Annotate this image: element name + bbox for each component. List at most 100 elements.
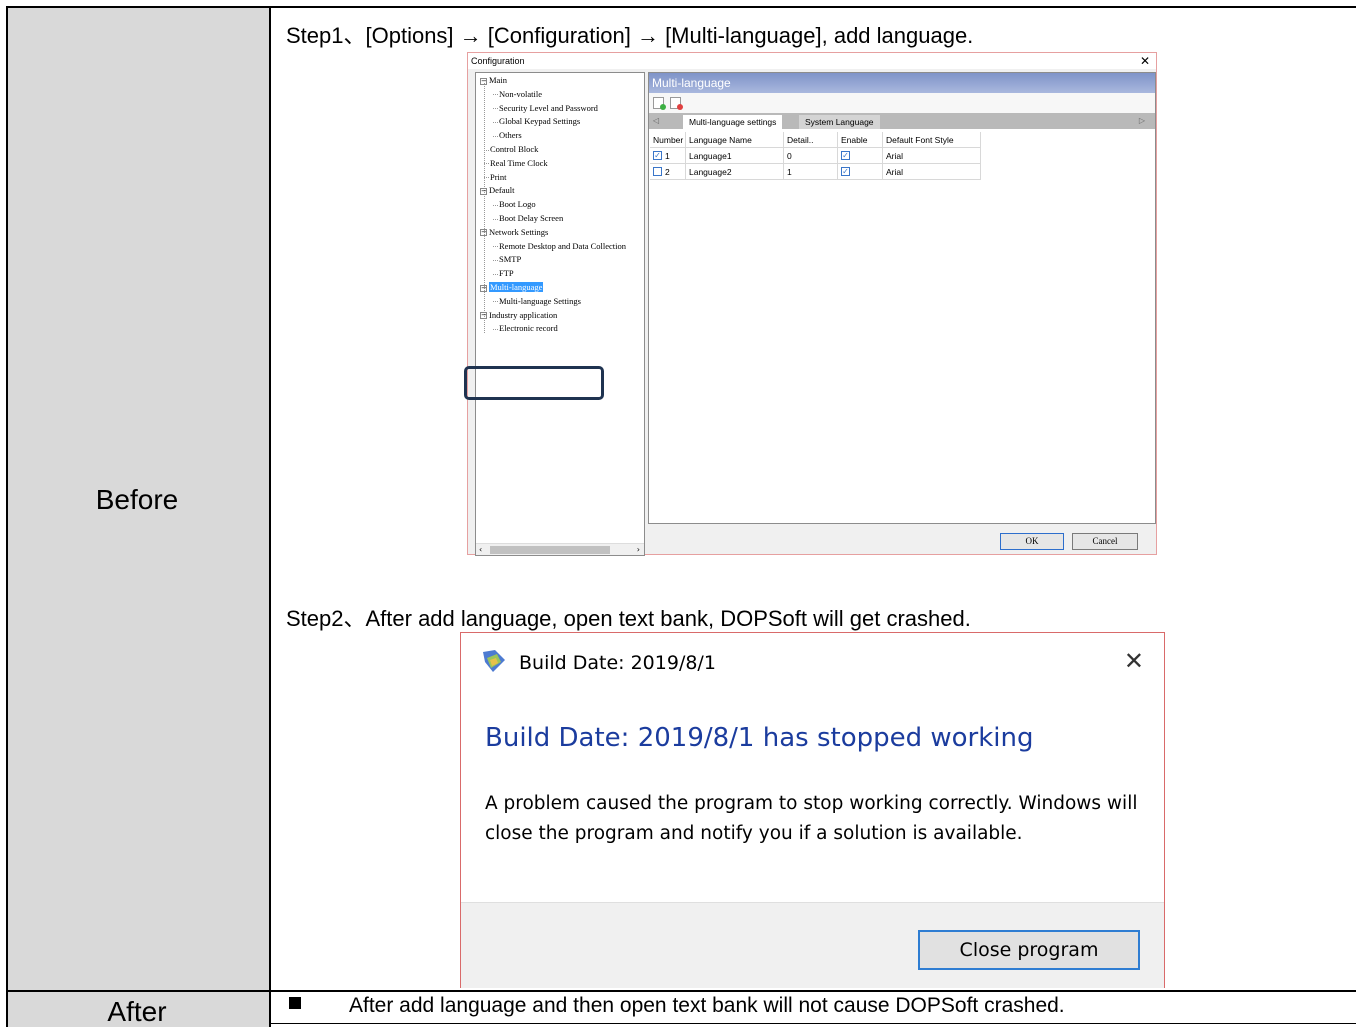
tree-expander-icon[interactable]: − [480, 187, 487, 195]
tree-item[interactable]: Remote Desktop and Data Collection [493, 241, 626, 252]
tree-expander-icon[interactable]: − [480, 284, 487, 292]
tree-horizontal-scrollbar[interactable]: ‹ › [476, 543, 644, 555]
scroll-right-icon[interactable]: › [637, 544, 640, 555]
grid-header-cell[interactable]: Detail.. [784, 132, 838, 148]
tree-branch-line [493, 135, 498, 137]
crash-message: A problem caused the program to stop wor… [485, 793, 1138, 844]
configuration-tree: − Main Non-volatile Security Level and Pass… [475, 72, 645, 556]
tree-item-label: Boot Logo [499, 199, 536, 210]
tree-item-label: SMTP [499, 254, 522, 265]
tab-strip: ◁ Multi-language settings System Languag… [649, 113, 1155, 129]
crash-dialog-footer: Close program [461, 902, 1164, 988]
tree-branch-line [493, 273, 498, 275]
tree-branch-line [493, 204, 498, 206]
configuration-dialog: Configuration ✕ − Main Non-volatile Securit… [467, 52, 1157, 556]
tree-expander-icon[interactable]: − [480, 77, 487, 85]
configuration-title: Configuration [471, 56, 525, 66]
tree-item-label: Default [489, 185, 515, 196]
grid-header-cell[interactable]: Language Name [686, 132, 784, 148]
tab-system-language[interactable]: System Language [799, 115, 880, 129]
tree-branch-line [493, 94, 498, 96]
tree-item[interactable]: Multi-language Settings [493, 296, 581, 307]
grid-cell[interactable]: Arial [883, 148, 981, 164]
grid-cell[interactable]: 1 [784, 164, 838, 180]
tree-item-label: Print [490, 171, 507, 182]
grid-cell[interactable]: 2 [650, 164, 686, 180]
tree-branch-line [484, 163, 489, 165]
table-row-divider-after [270, 1023, 1356, 1024]
step2-text: Step2、After add language, open text bank… [286, 606, 971, 631]
tree-item[interactable]: Boot Delay Screen [493, 213, 563, 224]
tree-item[interactable]: SMTP [493, 254, 521, 265]
grid-header-cell[interactable]: Number [650, 132, 686, 148]
tree-item[interactable]: − Industry application [480, 310, 557, 321]
enable-checkbox[interactable]: ✓ [841, 167, 850, 177]
tree-item[interactable]: Others [493, 130, 522, 141]
tree-item[interactable]: Print [480, 172, 507, 183]
tree-branch-line [493, 259, 498, 261]
after-label: After [107, 996, 167, 1027]
tree-item[interactable]: Boot Logo [493, 199, 536, 210]
crash-dialog-title: Build Date: 2019/8/1 [519, 652, 716, 674]
grid-header-cell[interactable]: Enable [838, 132, 883, 148]
tree-item-label: Global Keypad Settings [499, 116, 581, 127]
close-program-button[interactable]: Close program [918, 930, 1140, 970]
tree-item[interactable]: − Multi-language [480, 282, 544, 293]
row-checkbox[interactable]: ✓ [653, 151, 662, 161]
multi-language-panel: Multi-language ◁ Multi-language settings… [648, 72, 1156, 524]
tree-item-label: Non-volatile [499, 88, 542, 99]
enable-checkbox[interactable]: ✓ [841, 151, 850, 161]
ok-button[interactable]: OK [1000, 533, 1064, 550]
grid-cell[interactable]: ✓ [838, 148, 883, 164]
step1-text: Step1、[Options] → [Configuration] → [Mul… [286, 23, 974, 48]
grid-cell[interactable]: Arial [883, 164, 981, 180]
table-row-divider [6, 990, 1356, 992]
tree-item[interactable]: − Main [480, 75, 507, 86]
grid-cell[interactable]: Language1 [686, 148, 784, 164]
grid-cell[interactable]: ✓ 1 [650, 148, 686, 164]
tree-item-label: Network Settings [489, 226, 549, 237]
tree-item-label: Multi-language [489, 282, 544, 292]
tree-branch-line [493, 301, 498, 303]
tree-item-label: Others [499, 130, 522, 141]
tree-item[interactable]: Global Keypad Settings [493, 116, 580, 127]
tab-scroll-left-icon[interactable]: ◁ [653, 114, 659, 128]
row-number: 2 [665, 167, 670, 177]
tree-branch-line [493, 328, 498, 330]
panel-title: Multi-language [649, 73, 1155, 93]
row-number: 1 [665, 151, 670, 161]
grid-cell[interactable]: ✓ [838, 164, 883, 180]
scroll-left-icon[interactable]: ‹ [479, 544, 482, 555]
tree-item[interactable]: Control Block [480, 144, 538, 155]
grid-cell[interactable]: 0 [784, 148, 838, 164]
tree-item[interactable]: Electronic record [493, 323, 558, 334]
close-icon[interactable]: ✕ [1124, 647, 1144, 675]
close-icon[interactable]: ✕ [1140, 53, 1150, 69]
tree-item-label: Electronic record [499, 323, 558, 334]
remove-language-icon[interactable] [670, 97, 683, 110]
tree-branch-line [493, 108, 498, 110]
tree-branch-line [493, 121, 498, 123]
tree-item[interactable]: Real Time Clock [480, 158, 548, 169]
tree-item[interactable]: − Default [480, 185, 515, 196]
tree-expander-icon[interactable]: − [480, 229, 487, 237]
tree-connector [484, 83, 485, 333]
after-text: After add language and then open text ba… [349, 994, 1065, 1017]
grid-cell[interactable]: Language2 [686, 164, 784, 180]
cancel-button[interactable]: Cancel [1072, 533, 1138, 550]
tree-item[interactable]: Non-volatile [493, 89, 542, 100]
add-language-icon[interactable] [653, 97, 666, 110]
tree-item-label: Remote Desktop and Data Collection [499, 240, 626, 251]
tree-item[interactable]: − Network Settings [480, 227, 548, 238]
crash-heading: Build Date: 2019/8/1 has stopped working [485, 723, 1034, 753]
row-checkbox[interactable] [653, 167, 662, 177]
tab-multi-language-settings[interactable]: Multi-language settings [683, 115, 783, 129]
grid-header-cell[interactable]: Default Font Style [883, 132, 981, 148]
tree-item-label: Security Level and Password [499, 102, 598, 113]
tree-item[interactable]: Security Level and Password [493, 103, 598, 114]
scrollbar-thumb[interactable] [490, 546, 610, 554]
tab-scroll-right-icon[interactable]: ▷ [1139, 114, 1145, 128]
tree-item-label: FTP [499, 268, 514, 279]
tree-item[interactable]: FTP [493, 268, 514, 279]
tree-expander-icon[interactable]: − [480, 312, 487, 320]
